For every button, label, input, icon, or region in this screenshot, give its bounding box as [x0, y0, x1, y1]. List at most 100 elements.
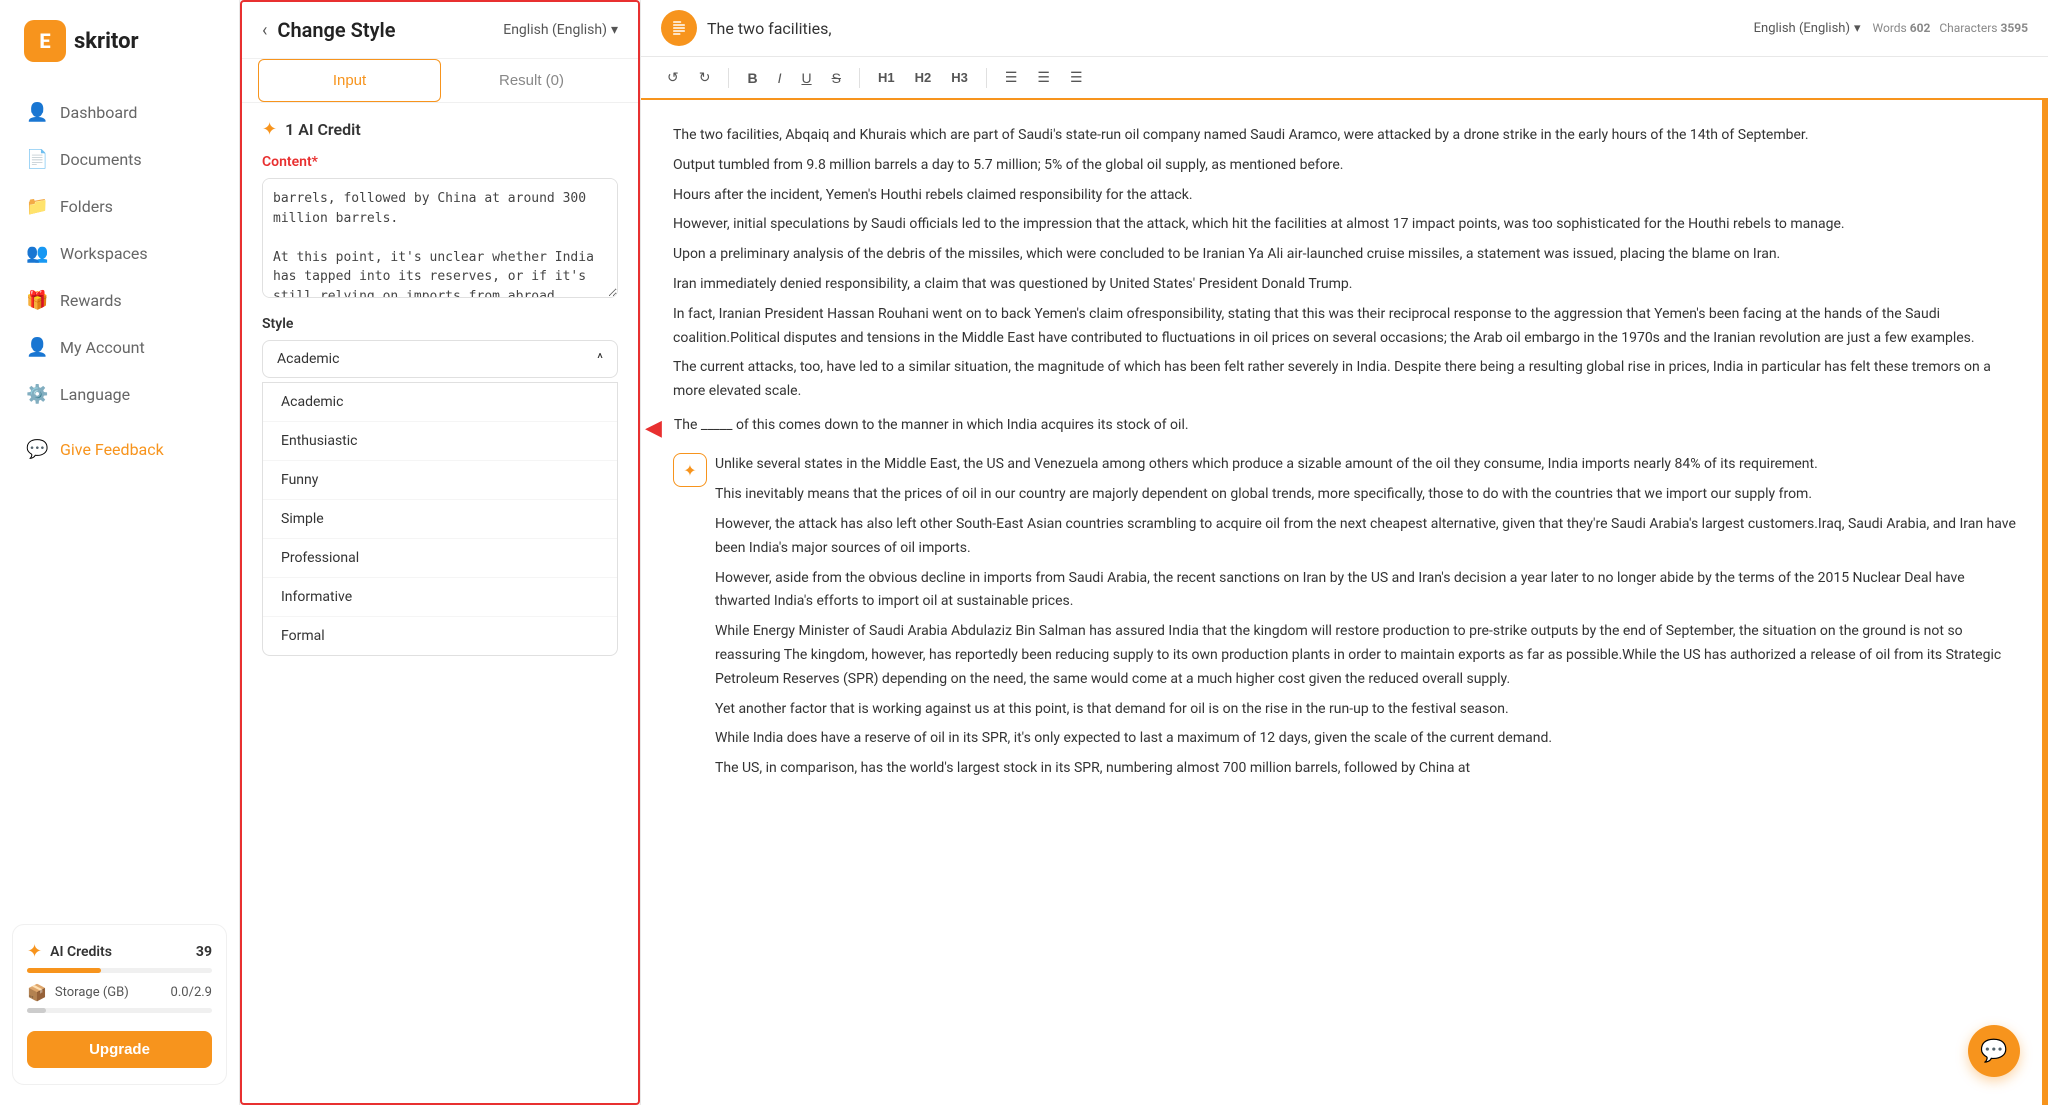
style-option-funny[interactable]: Funny	[263, 461, 617, 500]
unordered-list-button[interactable]: ☰	[1031, 65, 1056, 90]
account-icon: 👤	[26, 337, 48, 358]
sidebar-item-give-feedback[interactable]: 💬 Give Feedback	[12, 427, 227, 472]
style-dropdown-arrow: ^	[597, 351, 603, 367]
style-option-formal[interactable]: Formal	[263, 617, 617, 655]
tab-input[interactable]: Input	[258, 59, 441, 102]
editor-paragraph: Upon a preliminary analysis of the debri…	[673, 243, 2016, 267]
editor-panel: The two facilities, English (English) ▾ …	[640, 0, 2048, 1105]
ordered-list-button[interactable]: ☰	[999, 65, 1024, 90]
documents-icon: 📄	[26, 149, 48, 170]
sidebar-item-language[interactable]: ⚙️ Language	[12, 372, 227, 417]
panel-tabs: Input Result (0)	[242, 59, 638, 103]
sidebar-item-label: Workspaces	[60, 244, 148, 263]
storage-progress-fill	[27, 1008, 46, 1013]
sidebar-item-folders[interactable]: 📁 Folders	[12, 184, 227, 229]
workspaces-icon: 👥	[26, 243, 48, 264]
panel-title: Change Style	[277, 18, 395, 42]
sidebar: E skritor 👤 Dashboard 📄 Documents 📁 Fold…	[0, 0, 240, 1105]
sidebar-item-label: Language	[60, 385, 130, 404]
highlighted-paragraph-row: ◀ The _____ of this comes down to the ma…	[673, 410, 2016, 447]
editor-paragraph: However, the attack has also left other …	[715, 513, 2016, 561]
undo-button[interactable]: ↺	[661, 65, 685, 90]
style-dropdown[interactable]: Academic ^	[262, 340, 618, 378]
storage-label: Storage (GB)	[55, 985, 163, 1000]
magic-row: ✦ Unlike several states in the Middle Ea…	[673, 453, 2016, 787]
editor-paragraph: Iran immediately denied responsibility, …	[673, 273, 2016, 297]
paragraphs-after-magic: Unlike several states in the Middle East…	[715, 453, 2016, 787]
editor-paragraph: This inevitably means that the prices of…	[715, 483, 2016, 507]
editor-paragraph: Hours after the incident, Yemen's Houthi…	[673, 184, 2016, 208]
sidebar-nav: 👤 Dashboard 📄 Documents 📁 Folders 👥 Work…	[0, 90, 239, 924]
sidebar-item-label: Documents	[60, 150, 142, 169]
toolbar-separator-3	[986, 68, 987, 88]
word-count: Words 602 Characters 3595	[1873, 21, 2028, 35]
align-button[interactable]: ☰	[1064, 65, 1089, 90]
upgrade-button[interactable]: Upgrade	[27, 1031, 212, 1068]
credits-star-icon: ✦	[27, 941, 42, 962]
toolbar-right: English (English) ▾ Words 602 Characters…	[1754, 21, 2028, 36]
doc-title: The two facilities,	[707, 19, 832, 38]
panel-language-selector[interactable]: English (English) ▾	[503, 22, 618, 38]
editor-paragraph: The two facilities, Abqaiq and Khurais w…	[673, 124, 2016, 148]
editor-paragraph: Output tumbled from 9.8 million barrels …	[673, 154, 2016, 178]
magic-button[interactable]: ✦	[673, 453, 707, 487]
h3-button[interactable]: H3	[945, 66, 974, 89]
toolbar-separator	[728, 68, 729, 88]
ai-credit-row: ✦ 1 AI Credit	[262, 119, 618, 140]
sidebar-item-documents[interactable]: 📄 Documents	[12, 137, 227, 182]
sidebar-item-label: Rewards	[60, 291, 122, 310]
style-option-informative[interactable]: Informative	[263, 578, 617, 617]
h2-button[interactable]: H2	[909, 66, 938, 89]
italic-button[interactable]: I	[772, 66, 788, 90]
feedback-icon: 💬	[26, 439, 48, 460]
editor-paragraph: While India does have a reserve of oil i…	[715, 727, 2016, 751]
panel-language-arrow: ▾	[611, 22, 618, 38]
bold-button[interactable]: B	[741, 66, 763, 90]
style-option-academic[interactable]: Academic	[263, 383, 617, 422]
ai-credit-label: 1 AI Credit	[285, 120, 361, 139]
underline-button[interactable]: U	[795, 66, 817, 90]
editor-language-arrow: ▾	[1854, 21, 1861, 36]
chat-fab-button[interactable]: 💬	[1968, 1025, 2020, 1077]
storage-icon: 📦	[27, 983, 47, 1002]
editor-paragraph: The _____ of this comes down to the mann…	[674, 414, 1189, 438]
sidebar-item-dashboard[interactable]: 👤 Dashboard	[12, 90, 227, 135]
redo-button[interactable]: ↻	[693, 65, 717, 90]
sidebar-item-label: My Account	[60, 338, 145, 357]
editor-paragraph: However, aside from the obvious decline …	[715, 567, 2016, 615]
style-options-list: Academic Enthusiastic Funny Simple Profe…	[262, 382, 618, 656]
logo-icon: E	[24, 20, 66, 62]
editor-content[interactable]: The two facilities, Abqaiq and Khurais w…	[641, 100, 2048, 1105]
editor-paragraph: The current attacks, too, have led to a …	[673, 356, 2016, 404]
content-label: Content*	[262, 154, 618, 170]
editor-paragraph: Unlike several states in the Middle East…	[715, 453, 2016, 477]
editor-paragraph: While Energy Minister of Saudi Arabia Ab…	[715, 620, 2016, 691]
editor-language-selector[interactable]: English (English) ▾	[1754, 21, 1861, 36]
panel-body: ✦ 1 AI Credit Content* barrels, followed…	[242, 103, 638, 1103]
sidebar-item-rewards[interactable]: 🎁 Rewards	[12, 278, 227, 323]
editor-paragraph: However, initial speculations by Saudi o…	[673, 213, 2016, 237]
doc-avatar	[661, 10, 697, 46]
storage-progress-bar	[27, 1008, 212, 1013]
style-selected-value: Academic	[277, 351, 339, 367]
h1-button[interactable]: H1	[872, 66, 901, 89]
sidebar-item-workspaces[interactable]: 👥 Workspaces	[12, 231, 227, 276]
credits-progress-fill	[27, 968, 101, 973]
editor-paragraph: Yet another factor that is working again…	[715, 698, 2016, 722]
format-toolbar: ↺ ↻ B I U S H1 H2 H3 ☰ ☰ ☰	[641, 57, 2048, 100]
content-textarea[interactable]: barrels, followed by China at around 300…	[262, 178, 618, 298]
main-content: ‹ Change Style English (English) ▾ Input…	[240, 0, 2048, 1105]
strikethrough-button[interactable]: S	[826, 66, 847, 90]
back-button[interactable]: ‹	[262, 20, 267, 41]
tab-result[interactable]: Result (0)	[441, 59, 622, 102]
panel-header: ‹ Change Style English (English) ▾	[242, 2, 638, 59]
red-arrow-icon: ◀	[645, 410, 662, 447]
editor-language-label: English (English)	[1754, 21, 1850, 36]
change-style-panel: ‹ Change Style English (English) ▾ Input…	[240, 0, 640, 1105]
style-option-professional[interactable]: Professional	[263, 539, 617, 578]
sidebar-item-my-account[interactable]: 👤 My Account	[12, 325, 227, 370]
sidebar-bottom: ✦ AI Credits 39 📦 Storage (GB) 0.0/2.9 U…	[12, 924, 227, 1085]
style-option-enthusiastic[interactable]: Enthusiastic	[263, 422, 617, 461]
style-option-simple[interactable]: Simple	[263, 500, 617, 539]
dashboard-icon: 👤	[26, 102, 48, 123]
